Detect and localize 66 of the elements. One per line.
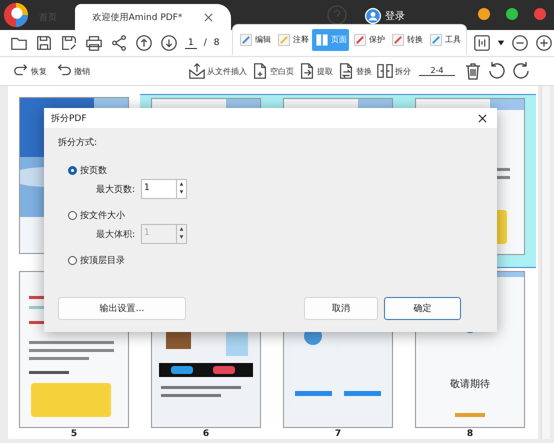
cancel-button[interactable]: 取消 [304,297,378,320]
minimize-button[interactable] [478,8,490,20]
page-number: 7 [334,429,342,439]
ok-button[interactable]: 确定 [384,297,461,320]
rotate-right-icon[interactable] [511,61,531,81]
page-total: 8 [214,38,220,48]
split-icon [376,62,394,80]
save-icon[interactable] [35,34,53,52]
ribbon-tab[interactable]: 注释 [274,28,311,50]
dialog-title: 拆分PDF [51,112,87,124]
close-button[interactable] [534,8,546,20]
pages-icon [314,32,330,48]
help-icon[interactable] [327,5,347,25]
replace-icon [337,62,355,80]
zoom-in-icon[interactable] [535,34,553,52]
radio-button[interactable] [68,256,77,264]
toolbar-button[interactable]: 撤销 [55,62,90,80]
page-number: 6 [202,429,210,439]
decrement-icon[interactable] [177,188,186,196]
fit-page-icon[interactable] [473,34,491,52]
page-text: 敬请期待 [449,378,491,391]
arrow-down-icon[interactable] [160,34,178,52]
insert-icon [188,62,206,80]
document-tab[interactable]: 欢迎使用Amind PDF* [75,4,231,30]
print-icon[interactable] [85,34,103,52]
scrollbar[interactable] [541,86,550,439]
page-number: 5 [70,429,78,439]
option-label[interactable]: 按顶层目录 [80,254,125,266]
ribbon-tab[interactable]: 保护 [350,28,387,50]
app-logo-icon [3,2,29,28]
ribbon-tab[interactable]: 转换 [388,28,425,50]
rotate-left-icon[interactable] [487,61,507,81]
zoom-out-icon[interactable] [511,34,529,52]
toolbar-button[interactable]: 空白页 [251,62,294,80]
maximize-button[interactable] [506,8,518,20]
save-as-icon[interactable] [60,34,78,52]
toolbar-button[interactable]: 从文件插入 [188,62,247,80]
page-separator: / [204,38,207,48]
user-icon[interactable] [365,8,381,24]
extract-icon [298,62,316,80]
section-label: 拆分方式: [58,136,98,149]
option-label[interactable]: 按页数 [80,164,107,176]
share-icon[interactable] [110,34,128,52]
field-label: 最大页数: [96,184,136,196]
blank-icon [251,62,269,80]
login-link[interactable]: 登录 [385,9,405,23]
ribbon-tab[interactable]: 工具 [426,28,463,50]
toolbar-button[interactable]: 替换 [337,62,372,80]
arrow-up-icon[interactable] [135,34,153,52]
ribbon-tab[interactable]: 编辑 [236,28,273,50]
increment-icon[interactable] [177,180,186,188]
dropdown-caret-icon[interactable] [497,39,505,47]
number-spinner[interactable]: 1 [141,179,188,199]
trash-icon[interactable] [463,61,483,81]
toolbar-button[interactable]: 恢复 [12,62,47,80]
toolbar-button[interactable]: 提取 [298,62,333,80]
tab-label: 欢迎使用Amind PDF* [92,12,182,24]
page-range-field[interactable]: 2-4 [419,66,455,76]
radio-button[interactable] [68,166,77,174]
toolbar-button[interactable]: 拆分 [376,62,411,80]
close-icon[interactable] [478,114,487,122]
edit-icon [238,32,254,48]
page-number-field[interactable]: 1 [185,38,197,48]
page-number: 8 [466,429,474,439]
field-label: 最大体积: [96,228,136,240]
output-settings-button[interactable]: 输出设置... [58,297,186,320]
